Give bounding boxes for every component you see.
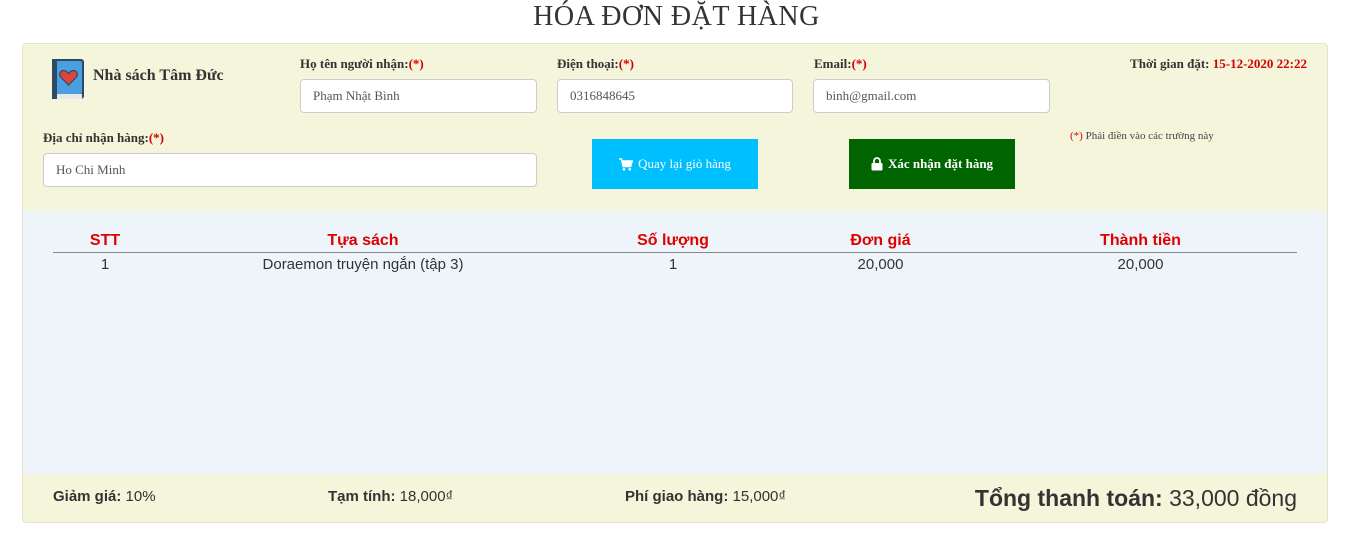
- cell-unit-price: 20,000: [857, 255, 904, 273]
- cell-stt: 1: [100, 255, 110, 273]
- address-input[interactable]: Ho Chi Minh: [43, 153, 537, 187]
- shipping-fee-summary: Phí giao hàng: 15,000₫: [625, 488, 787, 505]
- order-time: Thời gian đặt: 15-12-2020 22:22: [1130, 56, 1307, 71]
- cell-quantity: 1: [668, 255, 678, 273]
- lock-icon: [871, 157, 883, 171]
- grand-total: Tổng thanh toán: 33,000 đồng: [974, 485, 1297, 511]
- col-header-unit-price: Đơn giá: [850, 232, 911, 249]
- order-table: STT Tựa sách Số lượng Đơn giá Thành tiền…: [53, 231, 1297, 275]
- invoice-card: Nhà sách Tâm Đức Họ tên người nhận:(*) P…: [22, 43, 1328, 523]
- col-header-stt: STT: [89, 232, 121, 249]
- page-title: HÓA ĐƠN ĐẶT HÀNG: [533, 1, 820, 32]
- recipient-label: Họ tên người nhận:(*): [300, 56, 424, 71]
- phone-input[interactable]: 0316848645: [557, 79, 793, 113]
- required-note: (*) Phải điền vào các trường này: [1070, 130, 1214, 142]
- discount-summary: Giảm giá: 10%: [53, 488, 156, 505]
- order-table-area: STT Tựa sách Số lượng Đơn giá Thành tiền…: [23, 211, 1327, 474]
- email-input[interactable]: binh@gmail.com: [813, 79, 1050, 113]
- store-name: Nhà sách Tâm Đức: [93, 67, 224, 84]
- shopping-cart-icon: [619, 157, 634, 171]
- phone-label: Điện thoại:(*): [557, 56, 634, 71]
- cell-title: Doraemon truyện ngắn (tập 3): [262, 255, 464, 273]
- cell-total: 20,000: [1117, 255, 1164, 273]
- order-time-value: 15-12-2020 22:22: [1212, 56, 1307, 71]
- back-to-cart-button[interactable]: Quay lại giỏ hàng: [592, 139, 758, 189]
- col-header-title: Tựa sách: [327, 232, 399, 249]
- confirm-order-button[interactable]: Xác nhận đặt hàng: [849, 139, 1015, 189]
- recipient-name-input[interactable]: Phạm Nhật Bình: [300, 79, 537, 113]
- order-form: Nhà sách Tâm Đức Họ tên người nhận:(*) P…: [23, 44, 1327, 211]
- col-header-total: Thành tiền: [1100, 232, 1181, 249]
- col-header-quantity: Số lượng: [637, 232, 709, 249]
- email-label: Email:(*): [814, 56, 867, 71]
- order-summary: Giảm giá: 10% Tạm tính: 18,000₫ Phí giao…: [23, 474, 1327, 522]
- book-heart-icon: [52, 59, 84, 99]
- address-label: Địa chỉ nhận hàng:(*): [43, 130, 165, 145]
- subtotal-summary: Tạm tính: 18,000₫: [328, 488, 454, 505]
- table-header-row: STT Tựa sách Số lượng Đơn giá Thành tiền: [53, 231, 1297, 253]
- table-row: 1 Doraemon truyện ngắn (tập 3) 1 20,000 …: [53, 253, 1297, 275]
